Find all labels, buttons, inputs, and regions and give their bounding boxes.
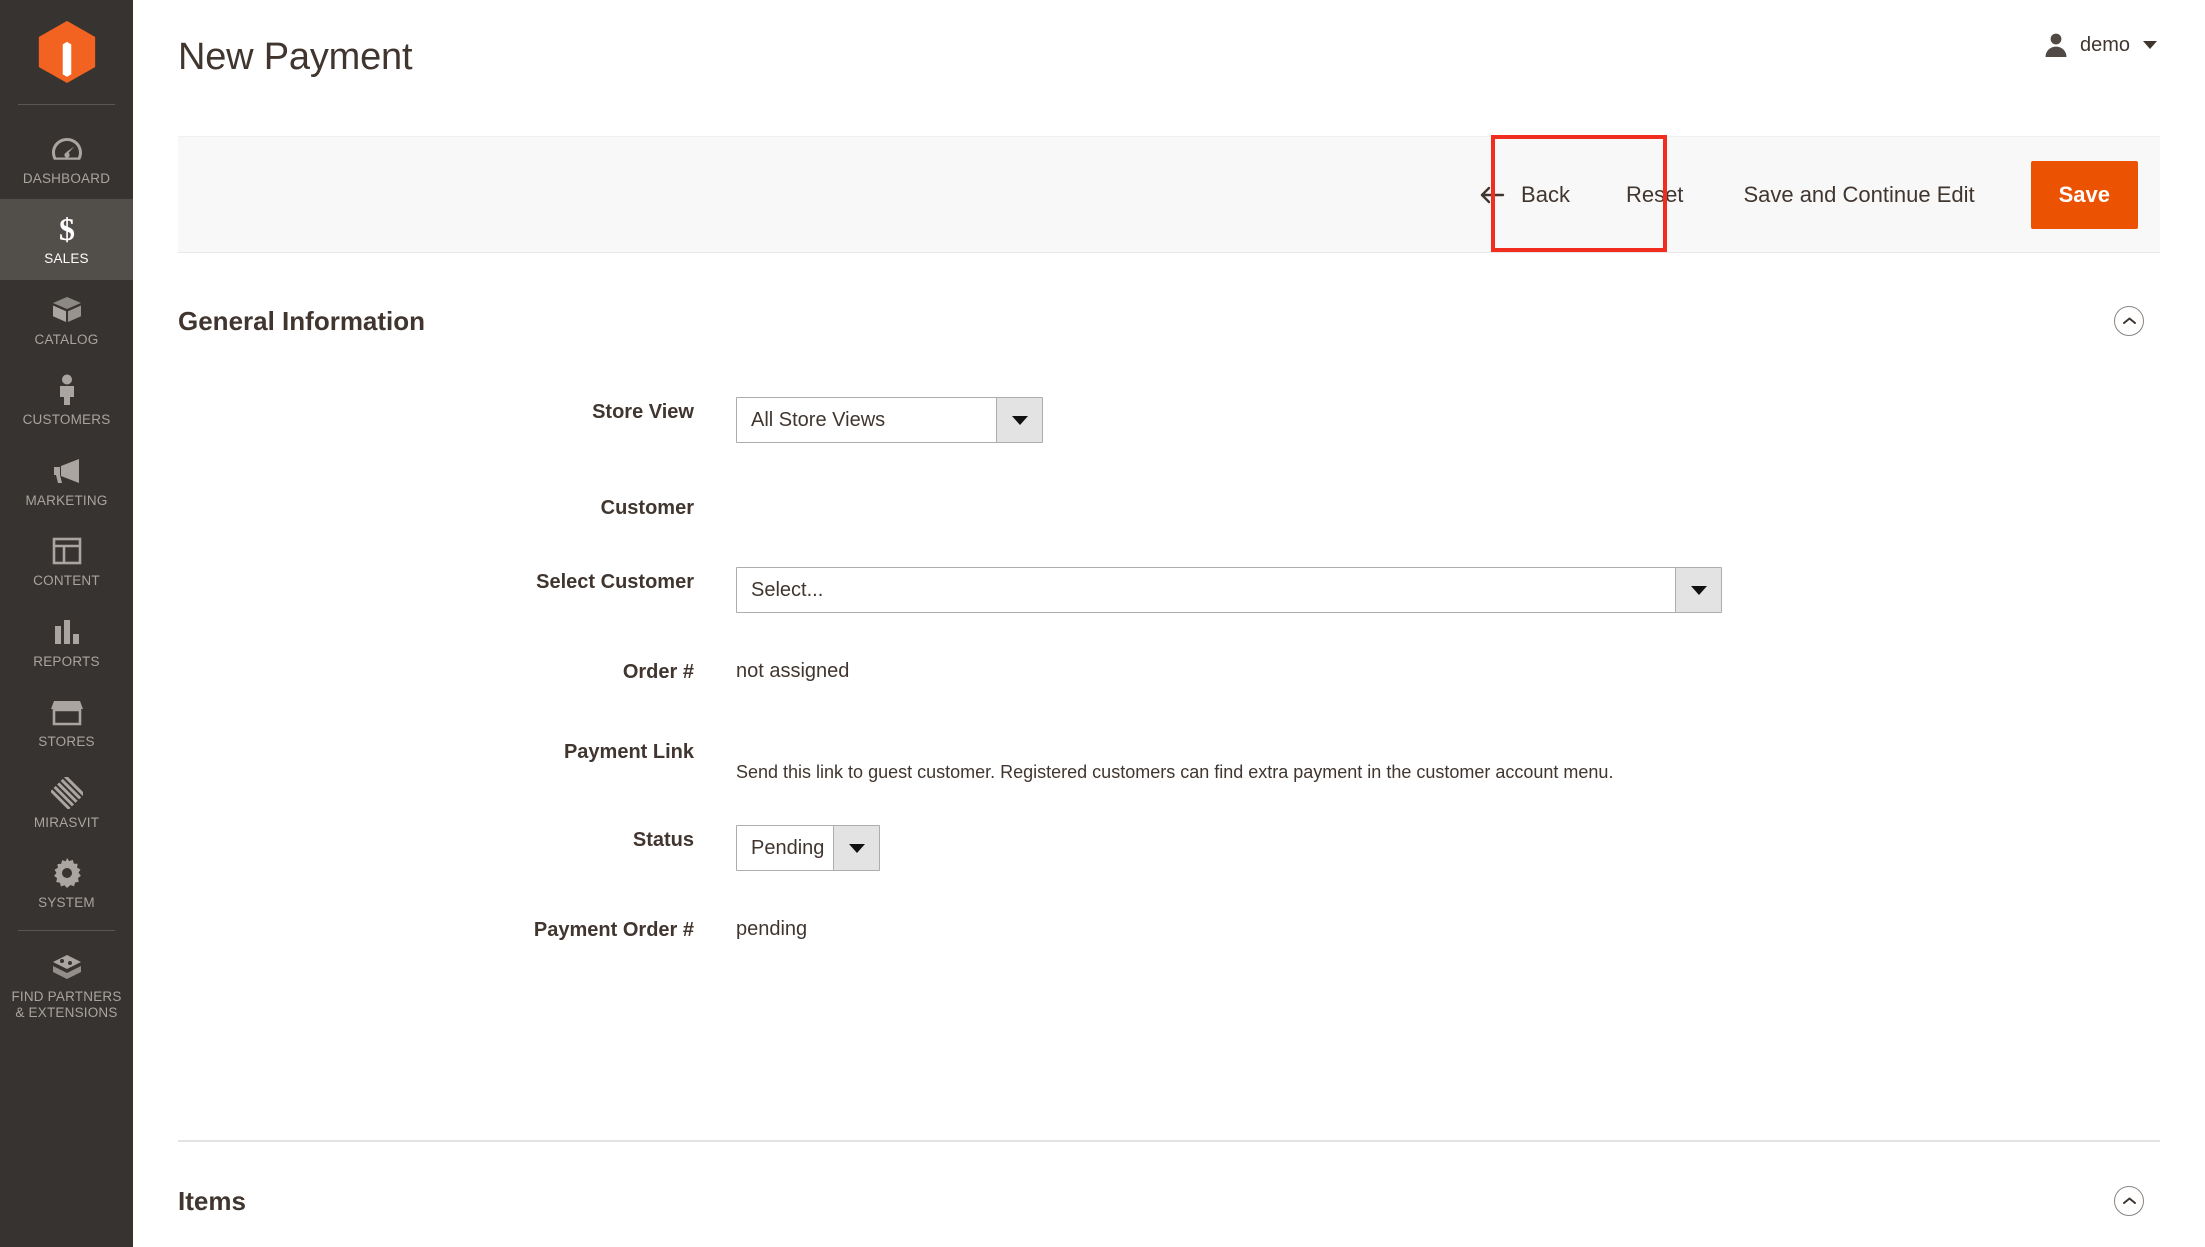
section-divider [178, 1140, 2160, 1142]
items-section: Items [178, 1140, 2160, 1237]
status-value: Pending [737, 826, 833, 870]
sidebar-item-marketing[interactable]: Marketing [0, 441, 133, 521]
save-and-continue-edit-button[interactable]: Save and Continue Edit [1713, 137, 2004, 252]
sidebar-divider-top [18, 104, 115, 105]
sidebar-item-label: Marketing [25, 493, 107, 509]
select-customer-control: Select... [736, 557, 2160, 613]
field-row-customer: Customer [178, 483, 2160, 521]
triangle-down-icon [833, 826, 879, 870]
payment-order-number-value: pending [736, 918, 807, 940]
sidebar-item-label: Sales [44, 251, 89, 267]
admin-page: Dashboard $ Sales Catalog [0, 0, 2205, 1247]
person-icon [56, 373, 78, 407]
page-title: New Payment [178, 36, 412, 79]
select-customer-value: Select... [737, 568, 1675, 612]
sidebar-item-sales[interactable]: $ Sales [0, 199, 133, 279]
sidebar-item-label: Find Partners& Extensions [11, 989, 121, 1022]
general-information-header[interactable]: General Information [178, 285, 2160, 357]
section-title: General Information [178, 306, 425, 337]
sidebar-item-catalog[interactable]: Catalog [0, 280, 133, 360]
field-row-select-customer: Select Customer Select... [178, 557, 2160, 613]
page-header: New Payment demo [133, 0, 2205, 120]
sidebar-item-reports[interactable]: Reports [0, 602, 133, 682]
items-header[interactable]: Items [178, 1165, 2160, 1237]
sidebar-item-customers[interactable]: Customers [0, 360, 133, 440]
store-view-label: Store View [178, 387, 736, 425]
gear-icon [52, 856, 82, 890]
sidebar-item-label: System [38, 895, 95, 911]
bar-chart-icon [53, 615, 81, 649]
items-section-title: Items [178, 1186, 246, 1217]
user-icon [2043, 32, 2069, 58]
storefront-icon [51, 695, 83, 729]
field-row-payment-link: Payment Link Send this link to guest cus… [178, 727, 2160, 785]
select-customer-select[interactable]: Select... [736, 567, 1722, 613]
field-row-status: Status Pending [178, 815, 2160, 871]
save-button[interactable]: Save [2031, 161, 2138, 229]
status-label: Status [178, 815, 736, 853]
magento-logo[interactable] [0, 0, 133, 104]
field-row-payment-order-number: Payment Order # pending [178, 905, 2160, 943]
mirasvit-icon [51, 776, 83, 810]
customer-control [736, 483, 2160, 507]
status-control: Pending [736, 815, 2160, 871]
store-view-control: All Store Views [736, 387, 2160, 443]
sidebar-item-mirasvit[interactable]: Mirasvit [0, 763, 133, 843]
order-number-label: Order # [178, 647, 736, 685]
general-information-section: General Information Store View All Store… [178, 285, 2160, 943]
payment-link-label: Payment Link [178, 727, 736, 765]
chevron-up-icon[interactable] [2114, 306, 2144, 336]
reset-button[interactable]: Reset [1596, 137, 1713, 252]
extensions-icon [51, 950, 83, 984]
sidebar-item-stores[interactable]: Stores [0, 682, 133, 762]
sidebar-item-content[interactable]: Content [0, 521, 133, 601]
arrow-left-icon [1479, 185, 1505, 205]
chevron-up-icon[interactable] [2114, 1186, 2144, 1216]
customer-label: Customer [178, 483, 736, 521]
triangle-down-icon [1675, 568, 1721, 612]
user-name: demo [2080, 34, 2130, 57]
store-view-select[interactable]: All Store Views [736, 397, 1043, 443]
select-customer-label: Select Customer [178, 557, 736, 595]
triangle-down-icon [996, 398, 1042, 442]
chevron-down-icon [2143, 41, 2157, 49]
sidebar-item-label: Catalog [35, 332, 99, 348]
field-row-order-number: Order # not assigned [178, 647, 2160, 685]
box-icon [51, 293, 83, 327]
order-number-value: not assigned [736, 660, 849, 682]
megaphone-icon [51, 454, 83, 488]
sidebar-item-label: Dashboard [23, 171, 110, 187]
svg-text:$: $ [59, 212, 75, 246]
dashboard-icon [51, 132, 83, 166]
payment-link-control: Send this link to guest customer. Regist… [736, 727, 2160, 785]
page-actions-toolbar: Back Reset Save and Continue Edit Save [178, 136, 2160, 253]
magento-logo-icon [38, 21, 96, 83]
payment-link-note: Send this link to guest customer. Regist… [736, 762, 1613, 782]
sidebar-item-label: Mirasvit [34, 815, 99, 831]
back-button-label: Back [1521, 182, 1570, 208]
order-number-control: not assigned [736, 647, 2160, 685]
sidebar-item-system[interactable]: System [0, 843, 133, 923]
sidebar-item-label: Stores [38, 734, 94, 750]
user-menu[interactable]: demo [2043, 32, 2157, 58]
payment-order-number-control: pending [736, 905, 2160, 943]
sidebar-item-label: Reports [33, 654, 99, 670]
sidebar-item-label: Customers [23, 412, 111, 428]
payment-order-number-label: Payment Order # [178, 905, 736, 943]
status-select[interactable]: Pending [736, 825, 880, 871]
back-button[interactable]: Back [1453, 137, 1596, 252]
sidebar-item-label: Content [33, 573, 100, 589]
main-content: New Payment demo [133, 0, 2205, 1247]
sidebar-item-find-partners-extensions[interactable]: Find Partners& Extensions [0, 937, 133, 1034]
store-view-value: All Store Views [737, 398, 996, 442]
sidebar-item-dashboard[interactable]: Dashboard [0, 119, 133, 199]
sidebar-divider-bottom [18, 930, 115, 931]
main-sidebar: Dashboard $ Sales Catalog [0, 0, 133, 1247]
field-row-store-view: Store View All Store Views [178, 387, 2160, 443]
layout-icon [52, 534, 82, 568]
dollar-icon: $ [56, 212, 78, 246]
